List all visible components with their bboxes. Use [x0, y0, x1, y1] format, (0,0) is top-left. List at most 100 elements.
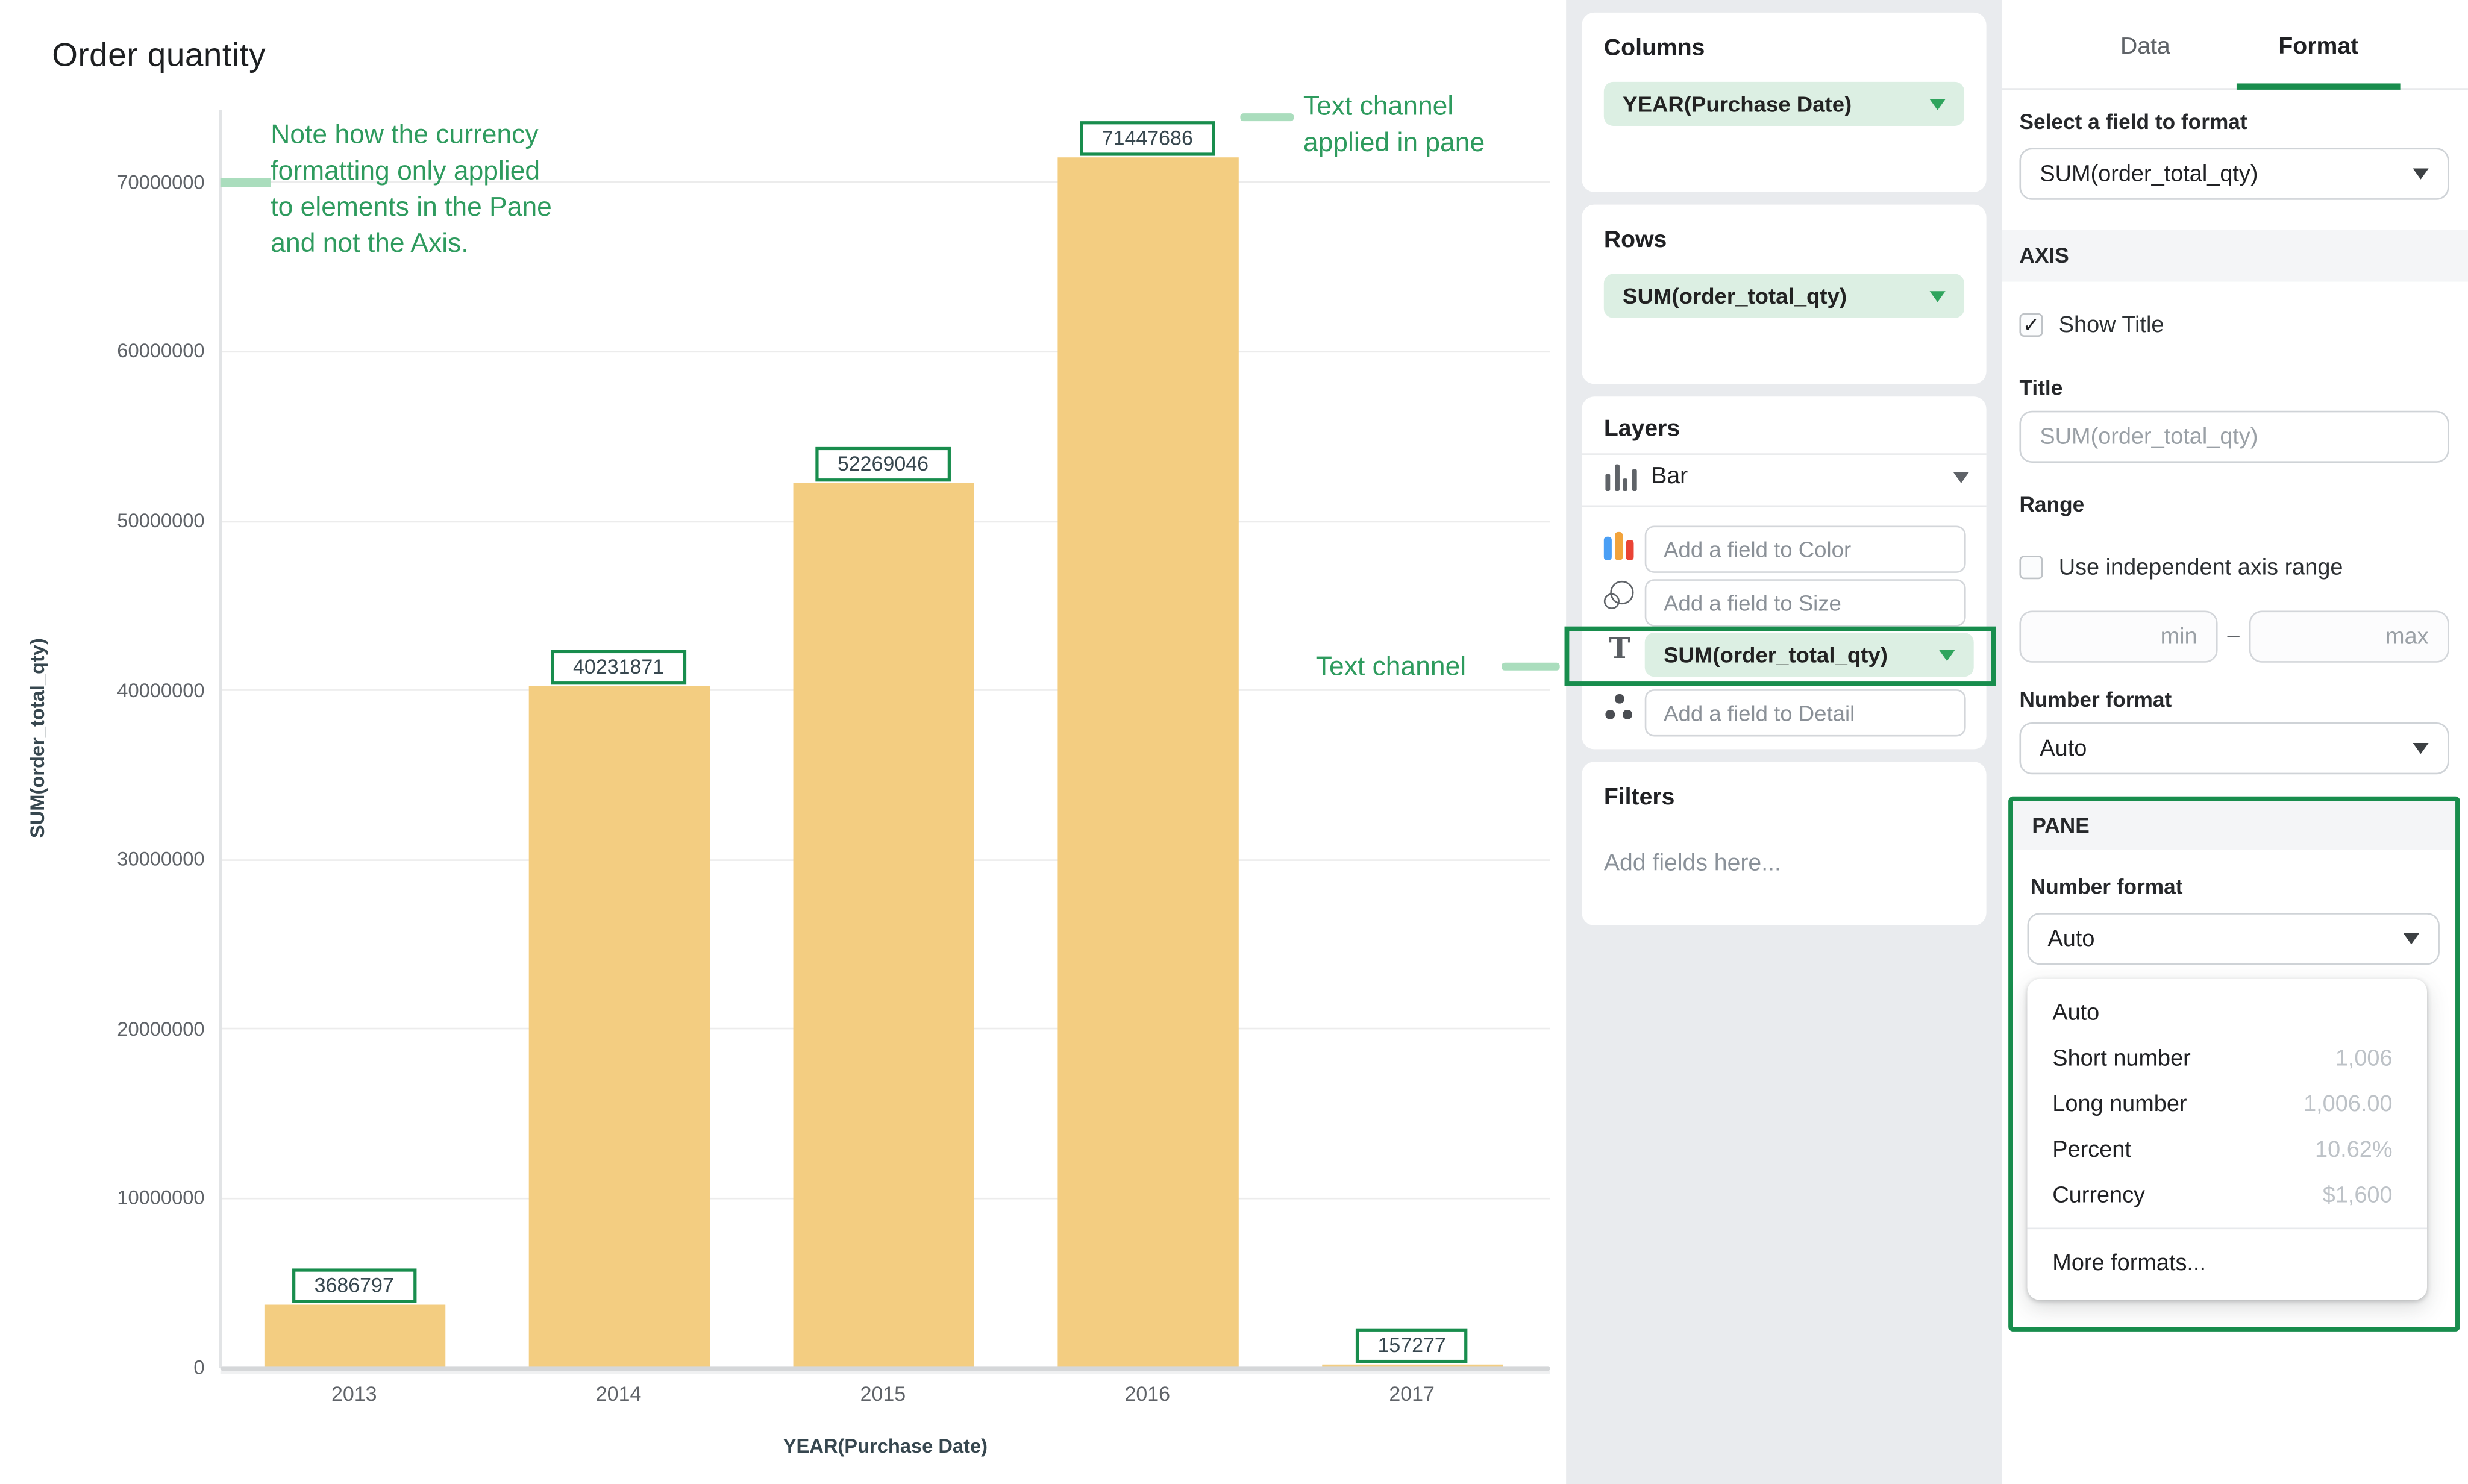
pane-number-format-select[interactable]: Auto [2028, 913, 2440, 965]
range-max-placeholder: max [2385, 624, 2429, 650]
annotation-text-channel: Text channel [1316, 648, 1466, 684]
pane-section-label: PANE [2032, 814, 2089, 837]
x-axis-tick-label: 2016 [1085, 1382, 1211, 1406]
chevron-down-icon [2413, 743, 2429, 754]
bar[interactable] [1057, 158, 1238, 1368]
range-min-input[interactable]: min [2019, 611, 2217, 663]
size-channel-icon [1602, 579, 1636, 613]
rows-field-label: SUM(order_total_qty) [1623, 283, 1847, 308]
x-axis-line-shadow [221, 1371, 1550, 1374]
tab-data[interactable]: Data [2111, 33, 2180, 60]
menu-item-short-number[interactable]: Short number 1,006 [2028, 1036, 2427, 1082]
y-axis-tick-label: 30000000 [47, 847, 204, 872]
size-channel-slot[interactable]: Add a field to Size [1645, 579, 1966, 626]
independent-range-label: Use independent axis range [2059, 556, 2343, 581]
range-dash: – [2222, 622, 2244, 647]
axis-section-label: AXIS [2019, 244, 2069, 268]
menu-item-long-number[interactable]: Long number 1,006.00 [2028, 1082, 2427, 1127]
independent-range-checkbox[interactable] [2019, 556, 2043, 579]
detail-channel-placeholder: Add a field to Detail [1664, 700, 1855, 725]
x-axis-tick-label: 2015 [820, 1382, 946, 1406]
axis-number-format-label: Number format [2019, 688, 2172, 712]
chart-panel: Order quantity YEAR(Purchase Date) SUM(o… [0, 0, 1566, 1484]
app-root: Order quantity YEAR(Purchase Date) SUM(o… [0, 0, 2468, 1484]
chevron-down-icon[interactable] [1930, 98, 1946, 109]
menu-item-label: Short number [2052, 1046, 2191, 1071]
x-axis-tick-label: 2014 [556, 1382, 681, 1406]
annotation-connector-top [1240, 113, 1294, 121]
axis-number-format-select[interactable]: Auto [2019, 722, 2449, 774]
menu-divider [2028, 1228, 2427, 1230]
y-axis-line [219, 110, 221, 1368]
axis-title-input[interactable]: SUM(order_total_qty) [2019, 411, 2449, 463]
menu-item-label: Long number [2052, 1092, 2187, 1117]
menu-item-percent[interactable]: Percent10.62% [2028, 1127, 2427, 1172]
range-min-placeholder: min [2161, 624, 2197, 650]
chevron-down-icon [2413, 169, 2429, 180]
divider [1582, 453, 1986, 455]
bar-value-label: 3686797 [292, 1269, 416, 1303]
bar[interactable] [528, 686, 709, 1368]
field-to-format-value: SUM(order_total_qty) [2040, 161, 2258, 187]
y-axis-tick-label: 60000000 [47, 339, 204, 365]
format-tabbar [2002, 0, 2468, 90]
menu-item-auto[interactable]: Auto [2028, 990, 2427, 1036]
axis-section-band: AXIS [2002, 230, 2468, 281]
show-title-label: Show Title [2059, 313, 2164, 339]
x-axis-line [221, 1366, 1550, 1370]
menu-item-more-formats[interactable]: More formats... [2028, 1240, 2427, 1286]
y-axis-tick-label: 70000000 [47, 170, 204, 195]
text-channel-highlight-box [1565, 627, 1996, 686]
menu-item-example: 1,006.00 [2304, 1092, 2392, 1117]
tab-format[interactable]: Format [2268, 33, 2369, 60]
range-label: Range [2019, 493, 2084, 516]
title-label: Title [2019, 376, 2062, 399]
color-channel-slot[interactable]: Add a field to Color [1645, 525, 1966, 572]
rows-header: Rows [1604, 227, 1667, 253]
bar-value-label: 52269046 [815, 446, 950, 481]
y-axis-tick-label: 50000000 [47, 509, 204, 534]
layer-type-label: Bar [1651, 463, 1688, 489]
size-channel-placeholder: Add a field to Size [1664, 590, 1841, 616]
chevron-down-icon[interactable] [1953, 472, 1969, 483]
layers-header: Layers [1604, 416, 1680, 442]
pane-number-format-value: Auto [2047, 926, 2094, 951]
bar-value-label: 71447686 [1080, 122, 1215, 156]
filters-drop-placeholder[interactable]: Add fields here... [1604, 850, 1781, 877]
annotation-pane-note: Text channel applied in pane [1303, 88, 1485, 160]
x-axis-tick-label: 2017 [1349, 1382, 1475, 1406]
menu-item-label: More formats... [2052, 1250, 2206, 1276]
filters-header: Filters [1604, 784, 1675, 810]
columns-field-label: YEAR(Purchase Date) [1623, 92, 1852, 117]
range-max-input[interactable]: max [2249, 611, 2449, 663]
menu-item-label: Currency [2052, 1183, 2145, 1208]
columns-field-pill[interactable]: YEAR(Purchase Date) [1604, 82, 1964, 126]
fields-panel: Columns YEAR(Purchase Date) Rows SUM(ord… [1566, 0, 2002, 1484]
x-axis-title: YEAR(Purchase Date) [221, 1435, 1550, 1457]
select-field-label: Select a field to format [2019, 110, 2247, 134]
bar-chart-icon [1605, 460, 1640, 491]
x-axis-tick-label: 2013 [291, 1382, 417, 1406]
menu-item-example: $1,600 [2323, 1183, 2393, 1208]
number-format-menu: Auto Short number 1,006 Long number 1,006.00… [2028, 979, 2427, 1300]
detail-channel-slot[interactable]: Add a field to Detail [1645, 689, 1966, 736]
bar[interactable] [792, 483, 973, 1368]
menu-item-currency[interactable]: Currency $1,600 [2028, 1172, 2427, 1218]
annotation-note: Note how the currency formatting only ap… [271, 116, 552, 261]
field-to-format-select[interactable]: SUM(order_total_qty) [2019, 148, 2449, 200]
y-axis-tick-label: 40000000 [47, 678, 204, 703]
menu-item-label: Auto [2052, 1000, 2099, 1025]
detail-channel-icon [1602, 691, 1636, 725]
chevron-down-icon[interactable] [1930, 290, 1946, 301]
show-title-checkbox[interactable]: ✓ [2019, 313, 2043, 337]
columns-card: Columns YEAR(Purchase Date) [1582, 13, 1986, 192]
pane-section-band: PANE [2013, 801, 2455, 850]
gridline [221, 351, 1550, 352]
bar[interactable] [264, 1305, 445, 1368]
y-axis-tick-label: 20000000 [47, 1016, 204, 1042]
color-channel-icon [1602, 527, 1636, 562]
pane-number-format-label: Number format [2031, 875, 2183, 898]
rows-field-pill[interactable]: SUM(order_total_qty) [1604, 274, 1964, 318]
chevron-down-icon [2404, 933, 2419, 944]
menu-item-example: 1,006 [2335, 1046, 2393, 1071]
